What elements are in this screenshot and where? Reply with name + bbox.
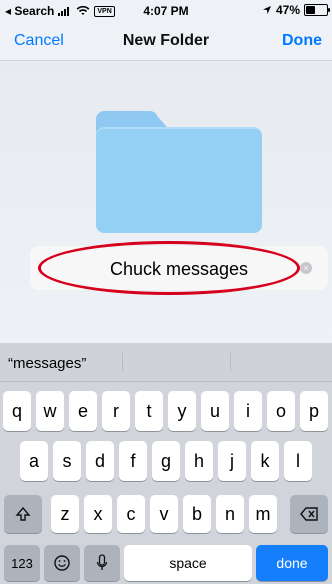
key-label: x — [93, 503, 103, 524]
numbers-key-label: 123 — [11, 555, 33, 571]
done-button[interactable]: Done — [282, 32, 322, 50]
suggestion-separator — [230, 353, 231, 371]
clear-text-icon[interactable]: × — [300, 262, 312, 274]
space-key[interactable]: space — [124, 545, 252, 581]
key-label: m — [255, 503, 271, 524]
key-k[interactable]: k — [251, 441, 279, 481]
navigation-bar: Cancel New Folder Done — [0, 20, 332, 61]
key-label: p — [308, 400, 319, 421]
key-label: k — [260, 450, 270, 471]
key-w[interactable]: w — [36, 391, 64, 431]
folder-icon — [96, 111, 262, 233]
keyboard-done-key[interactable]: done — [256, 545, 328, 581]
key-p[interactable]: p — [300, 391, 328, 431]
key-label: b — [191, 503, 202, 524]
highlight-annotation — [38, 241, 300, 295]
delete-key[interactable] — [290, 495, 328, 533]
space-key-label: space — [169, 555, 207, 571]
emoji-key[interactable] — [44, 545, 80, 581]
keyboard-done-label: done — [276, 555, 308, 571]
key-u[interactable]: u — [201, 391, 229, 431]
key-label: g — [160, 450, 171, 471]
status-right: 47% — [262, 3, 330, 17]
key-label: z — [60, 503, 70, 524]
key-c[interactable]: c — [117, 495, 145, 533]
key-m[interactable]: m — [249, 495, 277, 533]
key-z[interactable]: z — [51, 495, 79, 533]
key-x[interactable]: x — [84, 495, 112, 533]
status-bar: ◂ Search VPN 4:07 PM 47% — [0, 0, 332, 20]
key-b[interactable]: b — [183, 495, 211, 533]
key-a[interactable]: a — [20, 441, 48, 481]
key-e[interactable]: e — [69, 391, 97, 431]
key-y[interactable]: y — [168, 391, 196, 431]
numbers-key[interactable]: 123 — [4, 545, 40, 581]
new-folder-content: Chuck messages × — [0, 61, 332, 343]
key-label: q — [11, 400, 22, 421]
key-n[interactable]: n — [216, 495, 244, 533]
folder-body — [96, 127, 262, 233]
shift-icon — [15, 506, 31, 522]
battery-fill — [306, 6, 315, 14]
shift-key[interactable] — [4, 495, 42, 533]
key-label: a — [28, 450, 39, 471]
keyboard: “messages” qwe r t y u i o p a s d f g h j k l z x c v b nm — [0, 343, 332, 584]
key-label: e — [77, 400, 88, 421]
key-label: j — [230, 450, 234, 471]
key-f[interactable]: f — [119, 441, 147, 481]
key-label: d — [94, 450, 105, 471]
key-label: o — [275, 400, 286, 421]
battery-icon — [304, 4, 330, 16]
key-i[interactable]: i — [234, 391, 262, 431]
key-g[interactable]: g — [152, 441, 180, 481]
battery-percent: 47% — [275, 3, 300, 17]
key-label: t — [146, 400, 152, 421]
key-label: w — [43, 400, 57, 421]
suggestion-separator — [122, 353, 123, 371]
key-s[interactable]: s — [53, 441, 81, 481]
key-l[interactable]: l — [284, 441, 312, 481]
key-v[interactable]: v — [150, 495, 178, 533]
key-d[interactable]: d — [86, 441, 114, 481]
key-label: s — [62, 450, 72, 471]
dictation-key[interactable] — [84, 545, 120, 581]
key-r[interactable]: r — [102, 391, 130, 431]
key-h[interactable]: h — [185, 441, 213, 481]
screen: ◂ Search VPN 4:07 PM 47% Cancel New Fold… — [0, 0, 332, 584]
key-label: r — [113, 400, 119, 421]
location-arrow-icon — [262, 5, 272, 15]
key-label: f — [130, 450, 136, 471]
predictive-bar: “messages” — [0, 343, 332, 382]
key-label: h — [193, 450, 204, 471]
suggestion-1[interactable]: “messages” — [8, 355, 86, 372]
delete-icon — [300, 507, 318, 521]
key-label: l — [296, 450, 300, 471]
mic-icon — [96, 554, 108, 572]
key-o[interactable]: o — [267, 391, 295, 431]
key-label: c — [126, 503, 136, 524]
key-label: y — [177, 400, 187, 421]
key-t[interactable]: t — [135, 391, 163, 431]
key-label: n — [224, 503, 235, 524]
key-label: v — [159, 503, 169, 524]
key-label: i — [246, 400, 250, 421]
key-j[interactable]: j — [218, 441, 246, 481]
key-q[interactable]: q — [3, 391, 31, 431]
key-label: u — [209, 400, 220, 421]
emoji-icon — [53, 554, 71, 572]
